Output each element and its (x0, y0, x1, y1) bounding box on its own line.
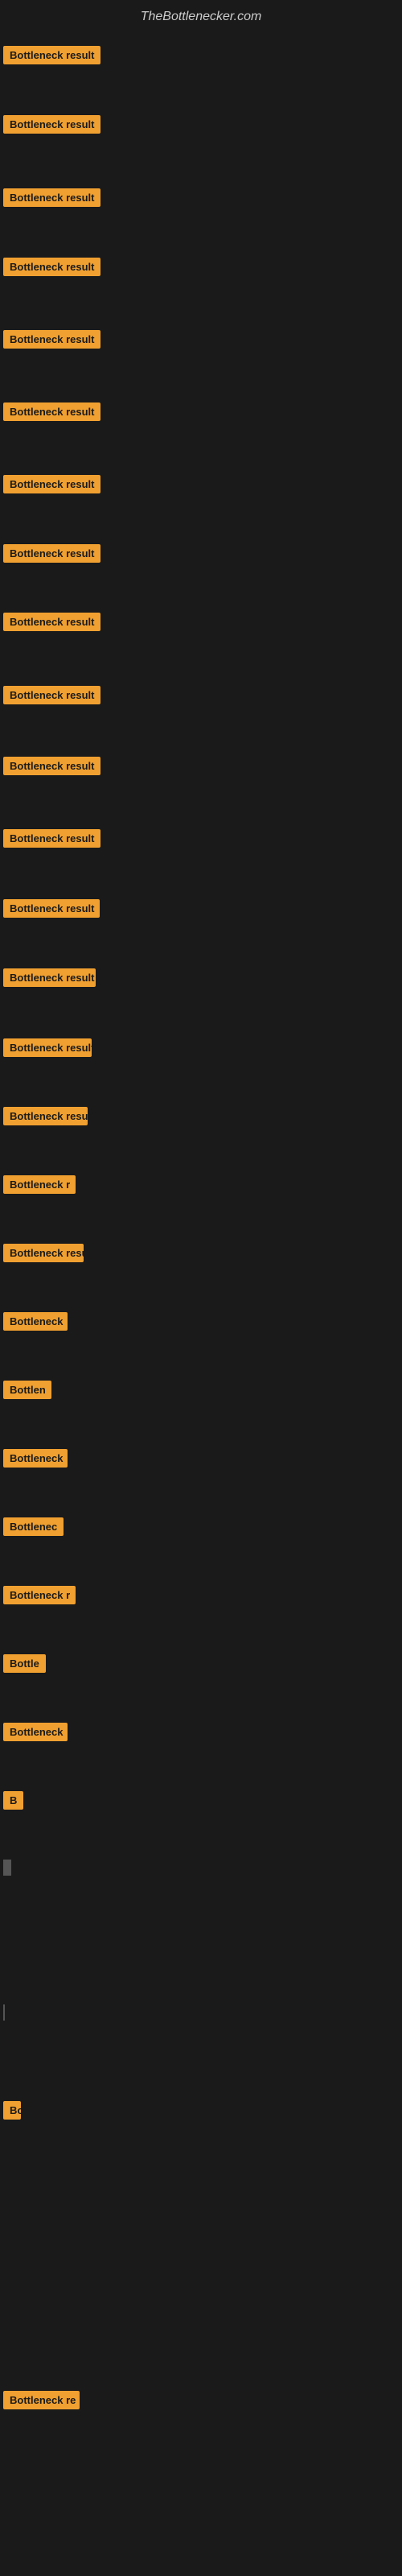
bottleneck-item-18: Bottleneck resu (3, 1244, 84, 1266)
bottleneck-badge-30: Bo (3, 2101, 21, 2120)
bottleneck-badge-25: Bottleneck (3, 1723, 68, 1741)
bottleneck-item-24: Bottle (3, 1654, 46, 1677)
bottleneck-badge-4: Bottleneck result (3, 258, 100, 276)
bottleneck-item-7: Bottleneck result (3, 475, 100, 497)
bottleneck-item-5: Bottleneck result (3, 330, 100, 353)
bottleneck-item-21: Bottleneck (3, 1449, 68, 1472)
bottleneck-badge-3: Bottleneck result (3, 188, 100, 207)
bottleneck-badge-17: Bottleneck r (3, 1175, 76, 1194)
bottleneck-item-26: B (3, 1791, 23, 1814)
bottleneck-badge-9: Bottleneck result (3, 613, 100, 631)
bottleneck-item-30: Bo (3, 2101, 21, 2124)
bottleneck-item-1: Bottleneck result (3, 46, 100, 68)
bottleneck-badge-10: Bottleneck result (3, 686, 100, 704)
tiny-indicator-29 (3, 2004, 5, 2021)
site-title: TheBottlenecker.com (0, 3, 402, 31)
bottleneck-badge-12: Bottleneck result (3, 829, 100, 848)
bottleneck-item-22: Bottlenec (3, 1517, 64, 1540)
bottleneck-item-10: Bottleneck result (3, 686, 100, 708)
bottleneck-badge-20: Bottlen (3, 1381, 51, 1399)
bottleneck-badge-1: Bottleneck result (3, 46, 100, 64)
bottleneck-item-17: Bottleneck r (3, 1175, 76, 1198)
bottleneck-badge-24: Bottle (3, 1654, 46, 1673)
bottleneck-item-23: Bottleneck r (3, 1586, 76, 1608)
bottleneck-item-16: Bottleneck result (3, 1107, 88, 1129)
bottleneck-badge-5: Bottleneck result (3, 330, 100, 349)
tiny-indicator-27 (3, 1860, 11, 1876)
bottleneck-item-12: Bottleneck result (3, 829, 100, 852)
bottleneck-item-6: Bottleneck result (3, 402, 100, 425)
bottleneck-badge-14: Bottleneck result (3, 968, 96, 987)
bottleneck-badge-23: Bottleneck r (3, 1586, 76, 1604)
page-container: TheBottlenecker.com Bottleneck result Bot… (0, 0, 402, 2576)
bottleneck-item-20: Bottlen (3, 1381, 51, 1403)
bottleneck-item-13: Bottleneck result (3, 899, 100, 922)
bottleneck-item-19: Bottleneck (3, 1312, 68, 1335)
bottleneck-badge-22: Bottlenec (3, 1517, 64, 1536)
bottleneck-badge-15: Bottleneck result (3, 1038, 92, 1057)
bottleneck-item-14: Bottleneck result (3, 968, 96, 991)
bottleneck-item-25: Bottleneck (3, 1723, 68, 1745)
bottleneck-item-34: Bottleneck re (3, 2391, 80, 2413)
bottleneck-badge-11: Bottleneck result (3, 757, 100, 775)
bottleneck-item-3: Bottleneck result (3, 188, 100, 211)
bottleneck-badge-18: Bottleneck resu (3, 1244, 84, 1262)
bottleneck-item-9: Bottleneck result (3, 613, 100, 635)
bottleneck-item-11: Bottleneck result (3, 757, 100, 779)
bottleneck-badge-21: Bottleneck (3, 1449, 68, 1468)
bottleneck-badge-2: Bottleneck result (3, 115, 100, 134)
bottleneck-badge-8: Bottleneck result (3, 544, 100, 563)
bottleneck-badge-19: Bottleneck (3, 1312, 68, 1331)
bottleneck-item-15: Bottleneck result (3, 1038, 92, 1061)
bottleneck-item-4: Bottleneck result (3, 258, 100, 280)
bottleneck-item-2: Bottleneck result (3, 115, 100, 138)
bottleneck-badge-13: Bottleneck result (3, 899, 100, 918)
bottleneck-badge-16: Bottleneck result (3, 1107, 88, 1125)
bottleneck-badge-34: Bottleneck re (3, 2391, 80, 2409)
bottleneck-badge-6: Bottleneck result (3, 402, 100, 421)
bottleneck-item-8: Bottleneck result (3, 544, 100, 567)
bottleneck-badge-7: Bottleneck result (3, 475, 100, 493)
bottleneck-badge-26: B (3, 1791, 23, 1810)
